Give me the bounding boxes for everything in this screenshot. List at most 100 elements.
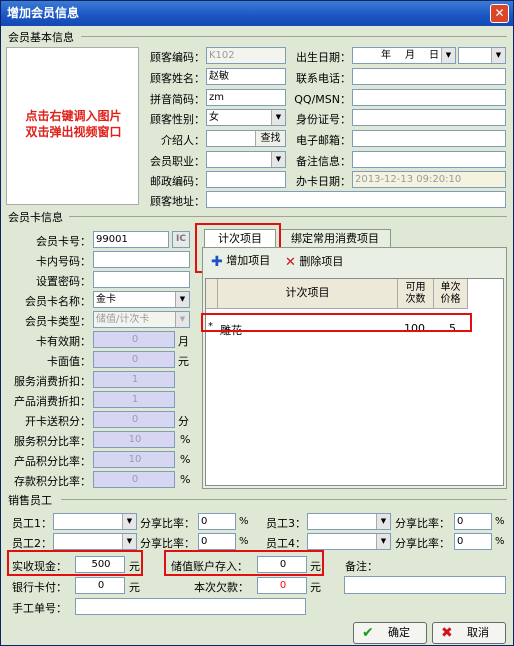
chevron-down-icon[interactable]: ▼ (441, 48, 455, 63)
col-price-line1: 单次 (440, 282, 461, 293)
section-basic-title: 会员基本信息 (8, 31, 74, 44)
card-type-label: 会员卡类型： (25, 315, 91, 328)
col-avail-line1: 可用 (405, 282, 426, 293)
svc-points-field[interactable]: 10 (93, 431, 175, 448)
phone-label: 联系电话： (296, 72, 351, 85)
chevron-down-icon[interactable]: ▼ (122, 534, 136, 549)
address-field[interactable] (206, 191, 506, 208)
card-no-field[interactable]: 99001 (93, 231, 169, 248)
valid-field[interactable]: 0 (93, 331, 175, 348)
share2-unit: % (239, 536, 249, 547)
day-label: 日 (429, 50, 439, 61)
bonus-label: 开卡送积分： (25, 415, 91, 428)
prod-points-field[interactable]: 10 (93, 451, 175, 468)
face-field[interactable]: 0 (93, 351, 175, 368)
add-item-button[interactable]: ✚ 增加项目 (211, 254, 270, 270)
phone-field[interactable] (352, 68, 506, 85)
qq-field[interactable] (352, 89, 506, 106)
staff4-select[interactable]: ▼ (307, 533, 391, 550)
col-item-header[interactable]: 计次项目 (218, 279, 398, 309)
card-name-value: 金卡 (96, 294, 116, 305)
share4-unit: % (495, 536, 505, 547)
staff3-select[interactable]: ▼ (307, 513, 391, 530)
password-field[interactable] (93, 271, 190, 288)
debt-field[interactable]: 0 (257, 577, 307, 594)
staff3-label: 员工3： (266, 517, 306, 530)
prod-discount-field[interactable]: 1 (93, 391, 175, 408)
dep-points-field[interactable]: 0 (93, 471, 175, 488)
cancel-icon: ✖ (441, 625, 453, 641)
issue-date-label: 办卡日期： (296, 175, 351, 188)
find-button[interactable]: 查找 (255, 131, 285, 146)
issue-date-field[interactable]: 2013-12-13 09:20:10 (352, 171, 506, 188)
chevron-down-icon[interactable]: ▼ (271, 110, 285, 125)
share4-label: 分享比率： (395, 537, 450, 550)
share3-label: 分享比率： (395, 517, 450, 530)
note-field[interactable] (352, 151, 506, 168)
col-price-header[interactable]: 单次 价格 (434, 279, 468, 309)
card-name-select[interactable]: 金卡 ▼ (93, 291, 190, 308)
delete-item-button[interactable]: ✕ 删除项目 (285, 254, 343, 270)
job-select[interactable]: ▼ (206, 151, 286, 168)
staff4-label: 员工4： (266, 537, 306, 550)
zip-field[interactable] (206, 171, 286, 188)
gender-select[interactable]: 女 ▼ (206, 109, 286, 126)
ic-button[interactable]: IC (172, 231, 190, 248)
col-price-line2: 价格 (440, 294, 461, 305)
bonus-unit: 分 (178, 415, 189, 428)
chevron-down-icon: ▼ (175, 312, 189, 327)
face-label: 卡面值： (47, 355, 91, 368)
add-item-label: 增加项目 (226, 254, 271, 267)
photo-area[interactable]: 点击右键调入图片 双击弹出视频窗口 (6, 47, 139, 205)
bank-field[interactable]: 0 (75, 577, 125, 594)
cancel-label: 取消 (467, 626, 489, 639)
chevron-down-icon[interactable]: ▼ (122, 514, 136, 529)
manual-no-label: 手工单号： (12, 602, 67, 615)
id-field[interactable] (352, 109, 506, 126)
chevron-down-icon[interactable]: ▼ (271, 152, 285, 167)
share3-field[interactable]: 0 (454, 513, 492, 530)
code-field[interactable]: K102 (206, 47, 286, 64)
section-card-title: 会员卡信息 (8, 211, 63, 224)
delete-icon: ✕ (285, 255, 296, 270)
qq-label: QQ/MSN： (294, 93, 351, 106)
share2-field[interactable]: 0 (198, 533, 236, 550)
tab-bind-items[interactable]: 绑定常用消费项目 (279, 229, 391, 247)
col-avail-line2: 次数 (405, 294, 426, 305)
col-avail-header[interactable]: 可用 次数 (398, 279, 434, 309)
pinyin-field[interactable]: zm (206, 89, 286, 106)
bonus-field[interactable]: 0 (93, 411, 175, 428)
photo-hint-2: 双击弹出视频窗口 (25, 125, 122, 139)
pay-note-field[interactable] (344, 576, 506, 594)
chevron-down-icon[interactable]: ▼ (376, 534, 390, 549)
name-field[interactable]: 赵敏 (206, 68, 286, 85)
ok-button[interactable]: ✔ 确定 (353, 622, 427, 644)
share4-field[interactable]: 0 (454, 533, 492, 550)
share1-field[interactable]: 0 (198, 513, 236, 530)
cancel-button[interactable]: ✖ 取消 (432, 622, 506, 644)
bank-unit: 元 (129, 581, 140, 594)
birthday-picker[interactable]: 年 月 日 ▼ (352, 47, 456, 64)
referrer-field[interactable]: 查找 (206, 130, 286, 147)
share2-label: 分享比率： (140, 537, 195, 550)
chevron-down-icon[interactable]: ▼ (175, 292, 189, 307)
window-title: 增加会员信息 (7, 6, 80, 20)
prod-points-unit: % (180, 453, 191, 466)
staff1-select[interactable]: ▼ (53, 513, 137, 530)
gender-value: 女 (209, 112, 219, 123)
chevron-down-icon[interactable]: ▼ (491, 48, 505, 63)
svc-discount-field[interactable]: 1 (93, 371, 175, 388)
email-label: 电子邮箱： (296, 134, 351, 147)
staff2-select[interactable]: ▼ (53, 533, 137, 550)
plus-icon: ✚ (211, 254, 223, 270)
share1-unit: % (239, 516, 249, 527)
inner-no-field[interactable] (93, 251, 190, 268)
email-field[interactable] (352, 130, 506, 147)
chevron-down-icon[interactable]: ▼ (376, 514, 390, 529)
svc-points-unit: % (180, 433, 191, 446)
svc-points-label: 服务积分比率： (14, 435, 91, 448)
manual-no-field[interactable] (75, 598, 306, 615)
close-icon[interactable]: ✕ (490, 4, 509, 23)
birthday-type-select[interactable]: ▼ (458, 47, 506, 64)
month-label: 月 (405, 50, 415, 61)
